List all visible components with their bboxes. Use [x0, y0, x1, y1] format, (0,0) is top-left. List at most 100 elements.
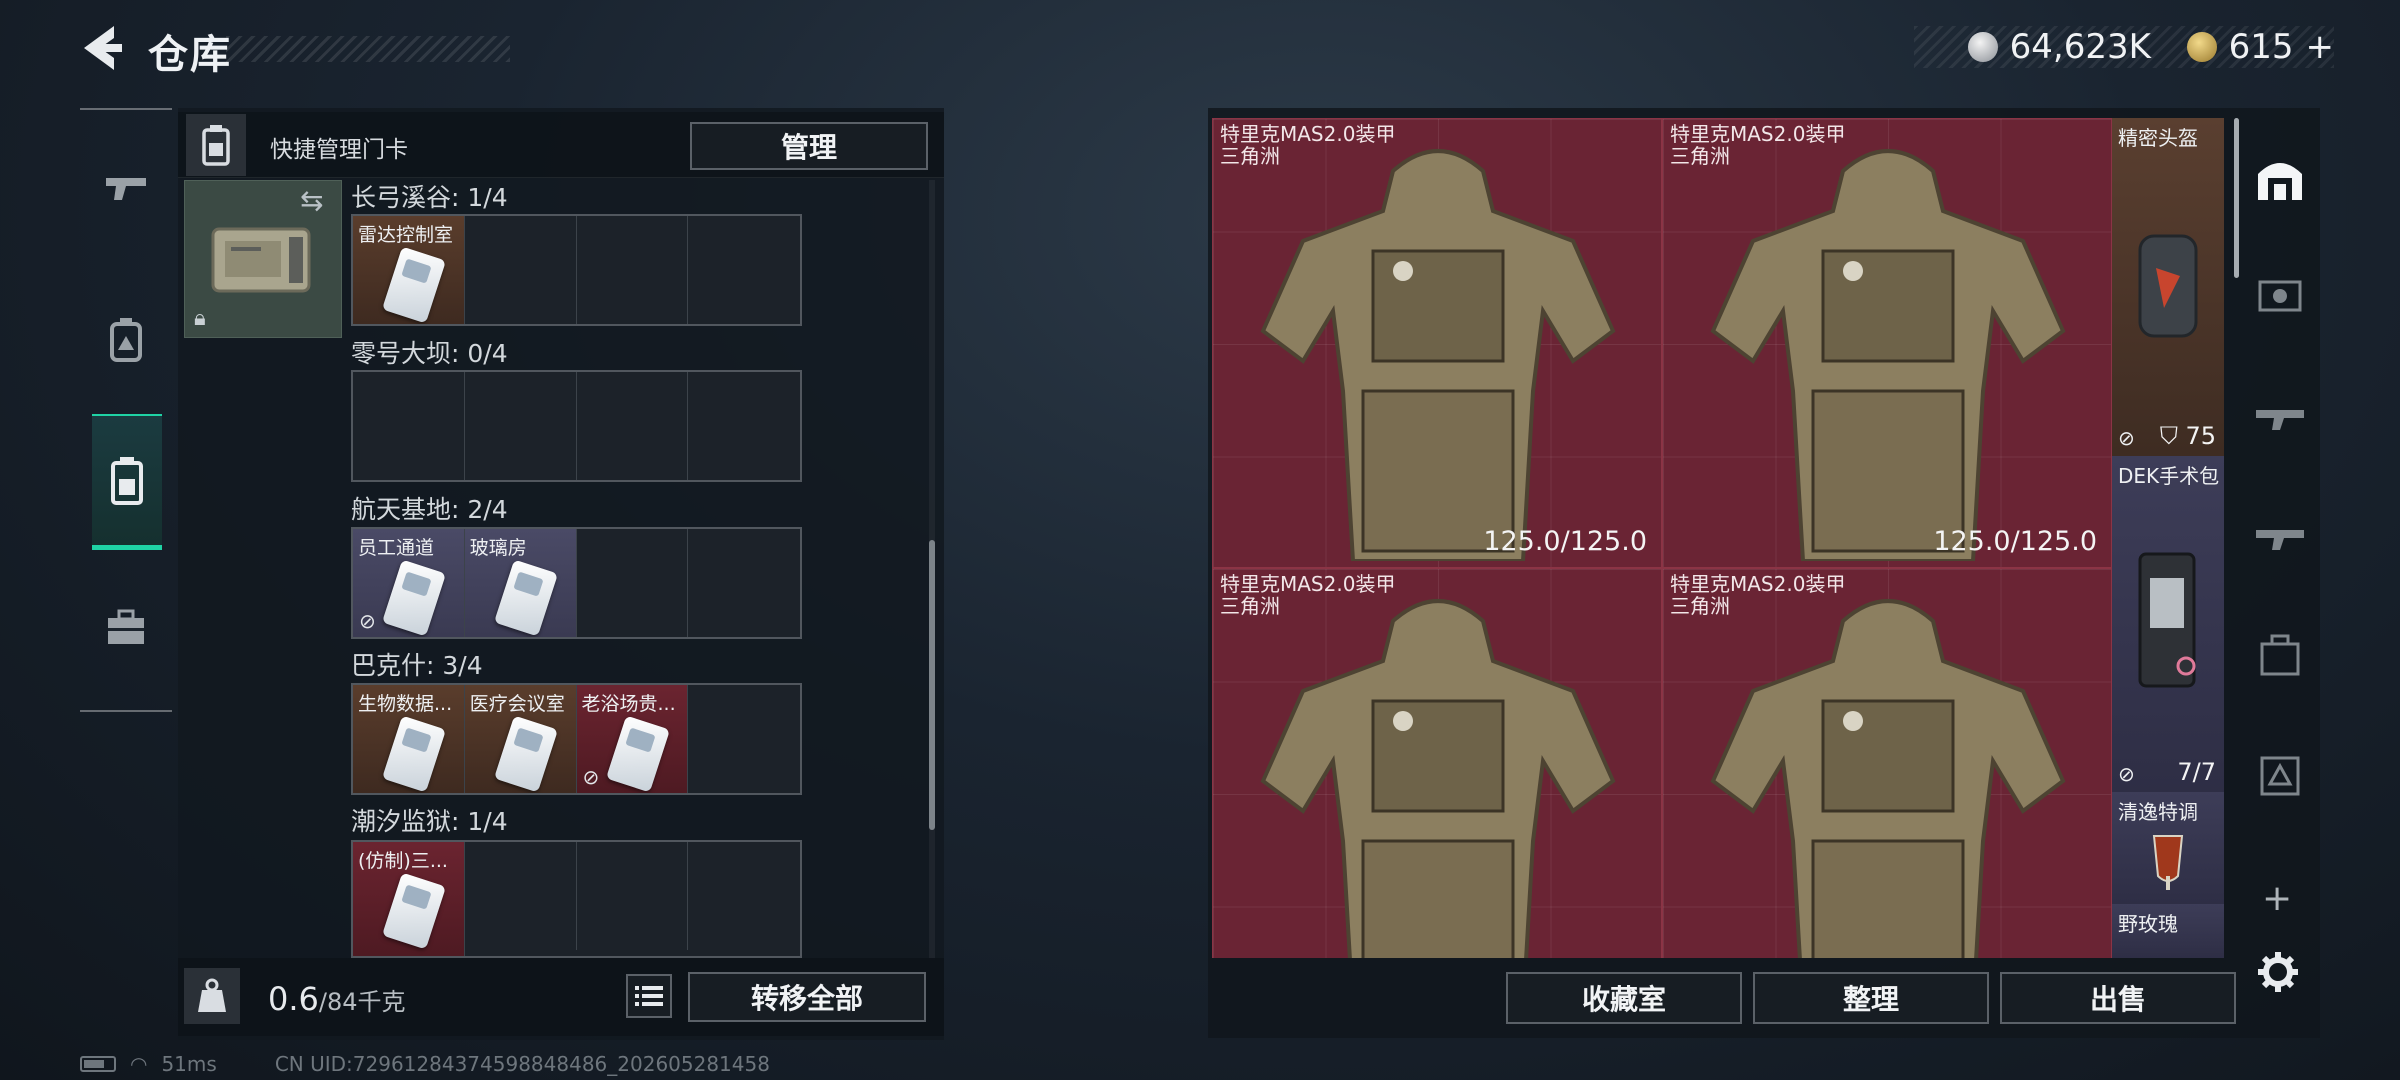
armor-item[interactable]: 特里克MAS2.0装甲 三角洲 [1212, 568, 1662, 958]
nav-weapons[interactable] [90, 154, 162, 226]
add-gold-button[interactable]: + [2305, 27, 2334, 67]
collection-button[interactable]: 收藏室 [1506, 972, 1742, 1024]
empty-slot[interactable] [577, 216, 689, 324]
armor-item[interactable]: 特里克MAS2.0装甲 三角洲 [1662, 568, 2112, 958]
quick-manage-label: 快捷管理门卡 [270, 137, 408, 163]
armor-loadout-icon [2258, 280, 2302, 312]
rnav-stash[interactable] [2250, 148, 2310, 208]
empty-slot[interactable] [688, 529, 800, 637]
keycard-row-bakesh: 生物数据... 医疗会议室 老浴场贵... ⊘ [351, 683, 802, 795]
keycard-name: 员工通道 [358, 537, 435, 559]
empty-slot[interactable] [688, 216, 800, 324]
nav-keycards[interactable] [92, 414, 162, 550]
weight-readout: 0.6/84千克 [268, 980, 406, 1018]
title-decoration [226, 36, 510, 62]
no-drop-icon: ⊘ [582, 765, 600, 789]
keycard-name: 生物数据... [358, 693, 453, 715]
rnav-weapon-slot-1[interactable] [2250, 386, 2310, 446]
swap-icon[interactable]: ⇆ [300, 184, 323, 217]
stash-grid: 特里克MAS2.0装甲 三角洲 125.0/125.0 特里克MAS2.0装甲 三角… [1212, 118, 2224, 958]
transfer-all-button[interactable]: 转移全部 [688, 972, 926, 1022]
weight-max: /84千克 [318, 988, 406, 1016]
armor-image [1260, 599, 1616, 958]
empty-slot[interactable] [688, 842, 800, 950]
manage-button[interactable]: 管理 [690, 122, 928, 170]
no-drop-icon: ⊘ [359, 609, 376, 633]
sell-button[interactable]: 出售 [2000, 972, 2236, 1024]
silver-amount: 64,623K [2009, 27, 2151, 67]
keycard-slot[interactable]: 雷达控制室 [353, 216, 465, 324]
armor-name: 特里克MAS2.0装甲 三角洲 [1670, 572, 1846, 618]
armor-item[interactable]: 特里克MAS2.0装甲 三角洲 125.0/125.0 [1212, 118, 1662, 568]
item-name: 野玫瑰 [2118, 912, 2178, 936]
surgery-kit-image [2138, 552, 2196, 688]
empty-slot[interactable] [688, 372, 800, 480]
safebox-icon [2260, 756, 2300, 796]
keycard-image [605, 715, 670, 793]
empty-slot[interactable] [577, 842, 689, 950]
gear-icon [2258, 952, 2298, 992]
keycard-image [381, 715, 447, 793]
rnav-backpack[interactable] [2250, 626, 2310, 686]
empty-slot[interactable] [577, 372, 689, 480]
case-icon [2260, 634, 2300, 676]
keycard-row-space-base: 员工通道 ⊘ 玻璃房 [351, 527, 802, 639]
nav-equipment[interactable] [90, 304, 162, 376]
keycard-scrollbar-thumb[interactable] [929, 540, 935, 830]
empty-slot[interactable] [577, 529, 689, 637]
rifle-icon [2256, 410, 2304, 430]
stash-home-icon [2258, 163, 2302, 200]
item-stat: ⛉ 75 [2159, 422, 2216, 450]
empty-slot[interactable] [465, 372, 577, 480]
list-view-button[interactable] [626, 974, 672, 1018]
helmet-item[interactable]: 精密头盔 ⊘ ⛉ 75 [2112, 118, 2224, 456]
quick-manage-icon [186, 114, 246, 176]
no-drop-icon: ⊘ [2118, 426, 2135, 450]
keycard-slot[interactable]: 员工通道 ⊘ [353, 529, 465, 637]
list-icon [635, 986, 663, 1006]
keycard-name: 雷达控制室 [358, 224, 454, 246]
keycard-slot[interactable]: 医疗会议室 [464, 685, 577, 793]
keycard-row-longbow: 雷达控制室 [351, 214, 802, 326]
rnav-container[interactable] [2250, 746, 2310, 806]
armor-name: 特里克MAS2.0装甲 三角洲 [1220, 572, 1396, 618]
gold-coin-icon [2186, 32, 2217, 62]
no-drop-icon: ⊘ [2118, 762, 2135, 786]
page-title: 仓库 [148, 32, 232, 78]
stash-scrollbar[interactable] [2234, 118, 2239, 278]
empty-slot[interactable] [353, 372, 465, 480]
keycard-name: 医疗会议室 [469, 693, 565, 715]
keycard-slot[interactable]: 玻璃房 [464, 529, 577, 637]
keycard-name: 玻璃房 [469, 537, 527, 559]
nav-toolbox[interactable] [90, 592, 162, 664]
add-tab-button[interactable]: + [2262, 878, 2292, 919]
rnav-armor-loadout[interactable] [2250, 266, 2310, 326]
keycard-slot[interactable]: 老浴场贵... ⊘ [576, 685, 689, 793]
item-name: DEK手术包 [2118, 464, 2220, 488]
drink-item[interactable]: 清逸特调 [2112, 792, 2224, 904]
back-button[interactable] [76, 22, 124, 74]
keycard-slot[interactable]: (仿制)三... [353, 842, 465, 956]
empty-slot[interactable] [688, 685, 800, 793]
back-arrow-icon [84, 26, 122, 70]
empty-slot[interactable] [465, 216, 577, 324]
surgery-kit-item[interactable]: DEK手术包 ⊘ 7/7 [2112, 456, 2224, 792]
keycard-image [493, 559, 558, 637]
keycard-slot[interactable]: 生物数据... [353, 685, 465, 793]
empty-slot[interactable] [465, 842, 577, 950]
armor-item[interactable]: 特里克MAS2.0装甲 三角洲 125.0/125.0 [1662, 118, 2112, 568]
rnav-weapon-slot-2[interactable] [2250, 506, 2310, 566]
battery-icon [80, 1056, 116, 1072]
drink-image [2152, 835, 2184, 890]
organize-button[interactable]: 整理 [1753, 972, 1989, 1024]
weight-icon-box [184, 968, 240, 1024]
keycard-name: 老浴场贵... [581, 693, 676, 715]
status-bar: ◠ 51ms CN UID:7296128437459884848​6_2026… [80, 1052, 770, 1076]
keycard-image [381, 559, 447, 637]
rifle-icon [2256, 530, 2304, 550]
gold-amount: 615 [2228, 27, 2294, 67]
settings-button[interactable] [2256, 950, 2300, 998]
armor-image [1710, 599, 2066, 958]
wild-rose-item[interactable]: 野玫瑰 [2112, 904, 2224, 958]
lock-icon: 🔒︎ [194, 306, 206, 331]
